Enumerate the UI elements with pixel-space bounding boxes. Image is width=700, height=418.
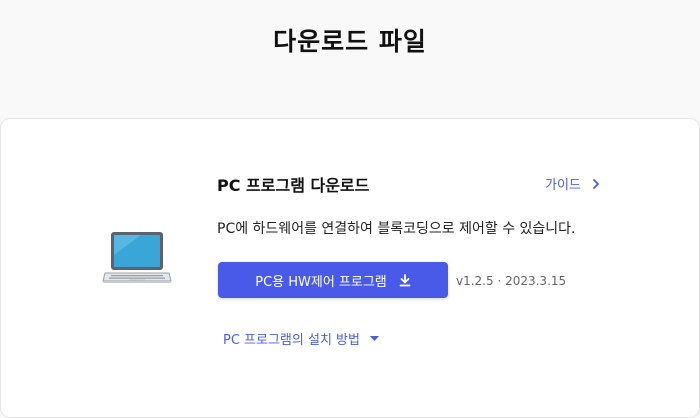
guide-link-label: 가이드	[545, 178, 581, 193]
install-guide-label: PC 프로그램의 설치 방법	[223, 333, 360, 348]
download-button[interactable]: PC용 HW제어 프로그램	[218, 262, 448, 298]
guide-link[interactable]: 가이드	[545, 174, 601, 193]
download-icon	[399, 273, 411, 286]
page-title: 다운로드 파일	[273, 27, 427, 56]
description: PC에 하드웨어를 연결하여 블록코딩으로 제어할 수 있습니다.	[217, 221, 576, 237]
install-guide-toggle[interactable]: PC 프로그램의 설치 방법	[223, 329, 379, 348]
section-title: PC 프로그램 다운로드	[217, 176, 370, 195]
caret-down-icon	[369, 335, 379, 341]
download-card: PC 프로그램 다운로드 가이드 PC에 하드웨어를 연결하여 블록코딩으로 제…	[0, 118, 700, 418]
download-button-label: PC용 HW제어 프로그램	[255, 274, 387, 290]
laptop-icon	[101, 229, 173, 289]
chevron-right-icon	[592, 178, 599, 189]
version-info: v1.2.5 · 2023.3.15	[456, 274, 567, 288]
